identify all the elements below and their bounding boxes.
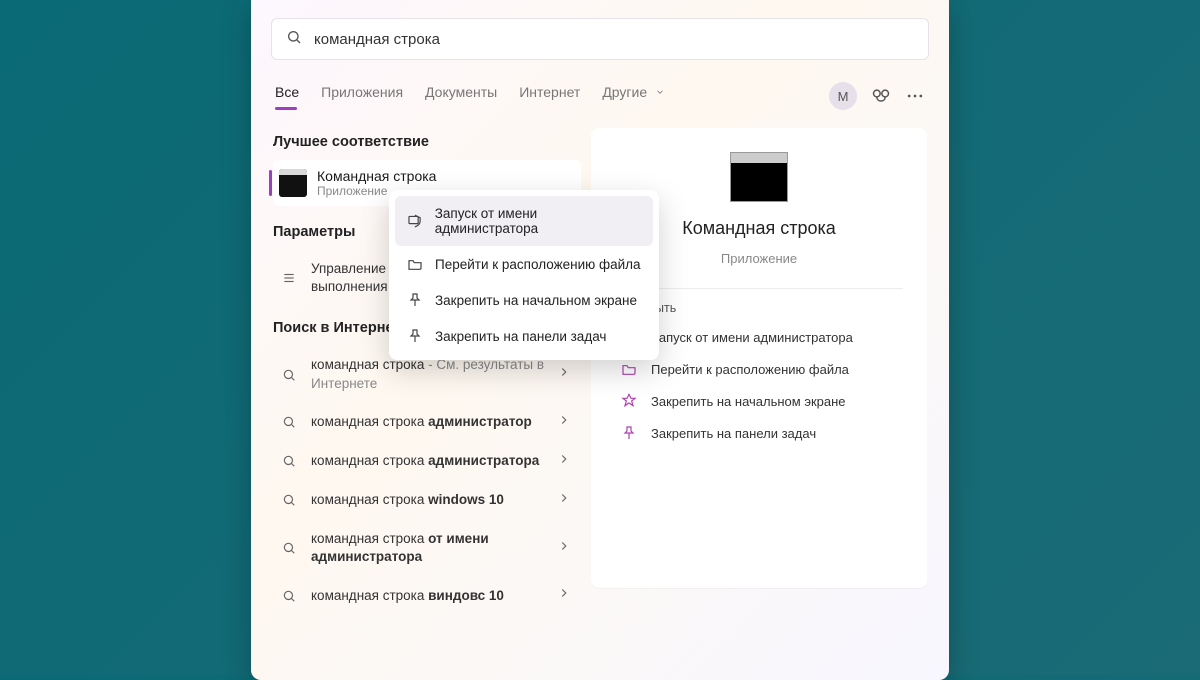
action-label: Перейти к расположению файла <box>651 362 849 377</box>
chevron-down-icon <box>655 84 665 100</box>
search-icon <box>279 415 299 429</box>
chevron-right-icon <box>557 539 571 558</box>
tab-documents[interactable]: Документы <box>425 84 497 108</box>
ctx-pin-start[interactable]: Закрепить на начальном экране <box>395 282 653 318</box>
web-result-text: командная строка администратора <box>311 452 545 470</box>
chevron-right-icon <box>557 586 571 605</box>
chevron-right-icon <box>557 365 571 384</box>
web-result-text: командная строка от имени администратора <box>311 530 545 566</box>
web-result[interactable]: командная строка виндовс 10 <box>273 576 581 615</box>
ctx-open-file-location[interactable]: Перейти к расположению файла <box>395 246 653 282</box>
context-menu: Запуск от имени администратора Перейти к… <box>389 190 659 360</box>
settings-list-icon <box>279 271 299 285</box>
more-icon[interactable] <box>905 86 925 106</box>
action-label: Запуск от имени администратора <box>651 330 853 345</box>
section-best-match: Лучшее соответствие <box>273 134 581 150</box>
action-label: Закрепить на панели задач <box>651 426 816 441</box>
web-result-text: командная строка - См. результаты в Инте… <box>311 356 545 392</box>
chevron-right-icon <box>557 452 571 471</box>
tab-more[interactable]: Другие <box>602 84 665 108</box>
tab-apps[interactable]: Приложения <box>321 84 403 108</box>
action-open-file-location[interactable]: Перейти к расположению файла <box>615 353 903 385</box>
cmd-icon <box>279 169 307 197</box>
web-result[interactable]: командная строка от имени администратора <box>273 520 581 576</box>
action-pin-taskbar[interactable]: Закрепить на панели задач <box>615 417 903 449</box>
web-result-text: командная строка windows 10 <box>311 491 545 509</box>
ctx-pin-taskbar[interactable]: Закрепить на панели задач <box>395 318 653 354</box>
web-result[interactable]: командная строка windows 10 <box>273 481 581 520</box>
search-icon <box>286 29 302 50</box>
search-panel: Все Приложения Документы Интернет Другие… <box>251 0 949 680</box>
tab-more-label: Другие <box>602 84 647 100</box>
tab-internet[interactable]: Интернет <box>519 84 580 108</box>
tab-all[interactable]: Все <box>275 84 299 108</box>
search-icon <box>279 541 299 555</box>
web-result-text: командная строка виндовс 10 <box>311 587 545 605</box>
web-result[interactable]: командная строка администратор <box>273 403 581 442</box>
web-result-text: командная строка администратор <box>311 413 545 431</box>
preview-title: Командная строка <box>682 218 836 239</box>
search-input[interactable] <box>314 31 914 48</box>
ctx-label: Закрепить на панели задач <box>435 329 606 344</box>
chevron-right-icon <box>557 413 571 432</box>
preview-cmd-icon <box>730 152 788 202</box>
ctx-label: Запуск от имени администратора <box>435 206 641 236</box>
chevron-right-icon <box>557 491 571 510</box>
action-label: Закрепить на начальном экране <box>651 394 846 409</box>
search-icon <box>279 493 299 507</box>
search-icon <box>279 589 299 603</box>
filter-tabs: Все Приложения Документы Интернет Другие… <box>275 82 925 110</box>
web-result[interactable]: командная строка администратора <box>273 442 581 481</box>
search-bar[interactable] <box>271 18 929 60</box>
ctx-label: Перейти к расположению файла <box>435 257 641 272</box>
preview-subtitle: Приложение <box>721 251 797 266</box>
action-pin-start[interactable]: Закрепить на начальном экране <box>615 385 903 417</box>
best-match-title: Командная строка <box>317 168 436 184</box>
rewards-icon[interactable] <box>871 86 891 106</box>
search-icon <box>279 368 299 382</box>
avatar[interactable]: M <box>829 82 857 110</box>
ctx-label: Закрепить на начальном экране <box>435 293 637 308</box>
search-icon <box>279 454 299 468</box>
ctx-run-as-admin[interactable]: Запуск от имени администратора <box>395 196 653 246</box>
